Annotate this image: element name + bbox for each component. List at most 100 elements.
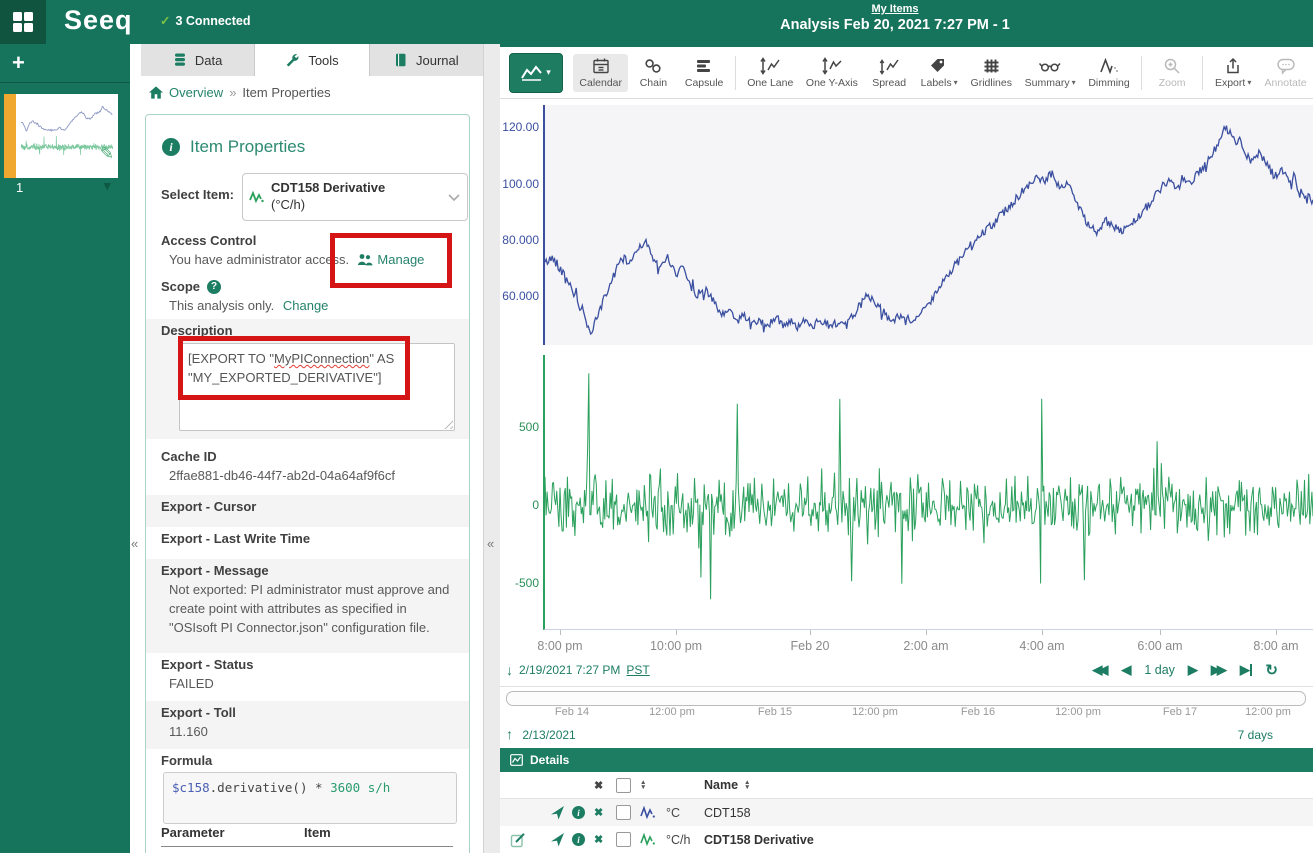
home-icon bbox=[149, 86, 163, 99]
spread-icon bbox=[878, 57, 900, 75]
select-all-checkbox[interactable] bbox=[616, 778, 631, 793]
trend-range-bar: ↓ 2/19/2021 7:27 PM PST ◀◀ ◀ 1 day ▶ ▶▶ … bbox=[500, 660, 1313, 684]
chevron-down-icon bbox=[447, 193, 461, 202]
overview-tick-label: 12:00 pm bbox=[1228, 706, 1308, 718]
new-worksheet-button[interactable]: + bbox=[12, 50, 25, 76]
sort-name-icon[interactable]: ▲▼ bbox=[744, 780, 750, 791]
tab-journal[interactable]: Journal bbox=[370, 44, 483, 76]
edit-item-icon[interactable] bbox=[510, 832, 526, 848]
step-forward-full-button[interactable]: ▶▶ bbox=[1211, 662, 1227, 678]
toolbar-calendar-button[interactable]: Calendar bbox=[573, 54, 628, 92]
toolbar-one-lane-button[interactable]: One Lane bbox=[741, 54, 800, 92]
connection-status[interactable]: ✓3 Connected bbox=[160, 13, 251, 28]
caret-down-icon: ▾ bbox=[546, 67, 551, 78]
app-switcher-button[interactable] bbox=[0, 0, 46, 44]
chevron-down-icon[interactable]: ▾ bbox=[104, 178, 111, 194]
pin-location-arrow-icon[interactable] bbox=[550, 805, 565, 820]
breadcrumb-overview-link[interactable]: Overview bbox=[169, 85, 223, 100]
signal-icon-blue bbox=[640, 806, 656, 819]
remove-item-icon[interactable]: ✖ bbox=[594, 833, 616, 846]
step-back-full-button[interactable]: ◀◀ bbox=[1092, 662, 1108, 678]
toolbar-summary-button[interactable]: Summary▾ bbox=[1018, 54, 1082, 92]
details-chart-icon bbox=[510, 754, 523, 766]
timezone-link[interactable]: PST bbox=[626, 663, 649, 677]
overview-tick-label: Feb 15 bbox=[735, 706, 815, 718]
item-info-icon[interactable]: i bbox=[572, 806, 585, 819]
range-start-arrow-icon: ↓ bbox=[506, 662, 513, 678]
remove-all-icon[interactable]: ✖ bbox=[594, 779, 616, 792]
range-duration[interactable]: 1 day bbox=[1144, 663, 1175, 677]
item-checkbox[interactable] bbox=[616, 832, 631, 847]
pin-location-arrow-icon[interactable] bbox=[550, 832, 565, 847]
item-info-icon[interactable]: i bbox=[572, 833, 585, 846]
toolbar-one-y-axis-button[interactable]: One Y-Axis bbox=[800, 54, 864, 92]
range-start-datetime[interactable]: 2/19/2021 7:27 PM bbox=[519, 663, 620, 677]
tab-tools[interactable]: Tools bbox=[255, 44, 369, 77]
y-axis-label: 60.000 bbox=[500, 289, 539, 303]
analysis-title[interactable]: Analysis Feb 20, 2021 7:27 PM - 1 bbox=[500, 17, 1290, 33]
x-axis-label: 8:00 pm bbox=[515, 639, 605, 653]
edit-pencil-icon: ✎ bbox=[100, 144, 114, 164]
step-back-half-button[interactable]: ◀ bbox=[1121, 662, 1131, 678]
help-icon[interactable]: ? bbox=[207, 280, 221, 294]
item-name[interactable]: CDT158 Derivative bbox=[704, 833, 1313, 847]
details-row-cdt158[interactable]: i ✖ °C CDT158 bbox=[500, 799, 1313, 826]
worksheet-thumbnail[interactable]: ✎ bbox=[4, 94, 118, 178]
description-textarea[interactable]: [EXPORT TO "MyPIConnection" AS "MY_EXPOR… bbox=[179, 343, 455, 431]
tab-data[interactable]: Data bbox=[141, 44, 255, 76]
collapse-panel-right-handle[interactable]: « bbox=[487, 536, 494, 551]
my-items-link[interactable]: My Items bbox=[500, 3, 1290, 15]
toolbar-export-button[interactable]: Export▾ bbox=[1208, 54, 1258, 92]
item-checkbox[interactable] bbox=[616, 805, 631, 820]
refresh-icon[interactable]: ↻ bbox=[1265, 661, 1278, 679]
overview-range-slider[interactable] bbox=[506, 691, 1306, 706]
details-panel-header[interactable]: Details bbox=[500, 748, 1313, 772]
overview-start-date[interactable]: 2/13/2021 bbox=[522, 728, 575, 742]
toolbar-spread-button[interactable]: Spread bbox=[864, 54, 914, 92]
glasses-icon bbox=[1038, 57, 1062, 75]
step-forward-half-button[interactable]: ▶ bbox=[1188, 662, 1198, 678]
overview-tick-label: 12:00 pm bbox=[1038, 706, 1118, 718]
toolbar-labels-button[interactable]: Labels▾ bbox=[914, 54, 964, 92]
toolbar-dimming-button[interactable]: Dimming bbox=[1082, 54, 1136, 92]
trend-chart-icon bbox=[521, 65, 543, 81]
overview-tick-label: 12:00 pm bbox=[632, 706, 712, 718]
overview-tick-label: Feb 16 bbox=[938, 706, 1018, 718]
details-header-row: ✖ ▲▼ Name ▲▼ bbox=[500, 772, 1313, 799]
seeq-app: Seeq ✓3 Connected My Items Analysis Feb … bbox=[0, 0, 1313, 853]
zoom-magnifier-icon bbox=[1163, 57, 1181, 75]
step-to-end-button[interactable]: ▶ bbox=[1240, 662, 1253, 678]
sort-icon[interactable]: ▲▼ bbox=[640, 780, 666, 791]
change-scope-link[interactable]: Change bbox=[283, 298, 329, 313]
one-lane-icon bbox=[759, 57, 781, 75]
details-row-cdt158-derivative[interactable]: i ✖ °C/h CDT158 Derivative bbox=[500, 826, 1313, 853]
chain-icon bbox=[644, 57, 662, 75]
property-export-message: Export - Message Not exported: PI admini… bbox=[146, 559, 469, 653]
capsule-time-icon bbox=[695, 57, 713, 75]
select-item-dropdown[interactable]: CDT158 Derivative (°C/h) bbox=[242, 173, 468, 221]
collapse-panel-left-handle[interactable]: « bbox=[131, 536, 138, 551]
seeq-logo[interactable]: Seeq bbox=[64, 5, 133, 36]
description-section: Description [EXPORT TO "MyPIConnection" … bbox=[146, 319, 469, 439]
trend-lane-cdt158[interactable] bbox=[543, 105, 1313, 345]
toolbar-capsule-button[interactable]: Capsule bbox=[678, 54, 729, 92]
toolbar-gridlines-button[interactable]: Gridlines bbox=[964, 54, 1018, 92]
resize-handle[interactable] bbox=[443, 419, 453, 429]
overview-tick-label: 12:00 pm bbox=[835, 706, 915, 718]
overview-tick-label: Feb 14 bbox=[532, 706, 612, 718]
manage-access-link[interactable]: Manage bbox=[377, 252, 424, 267]
y-axis-label: -500 bbox=[500, 576, 539, 590]
overview-duration[interactable]: 7 days bbox=[1238, 728, 1273, 742]
signal-icon-green bbox=[640, 833, 656, 846]
item-name[interactable]: CDT158 bbox=[704, 806, 1313, 820]
one-y-axis-icon bbox=[821, 57, 843, 75]
info-icon: i bbox=[162, 138, 180, 156]
display-pane-selector-button[interactable]: ▾ bbox=[509, 53, 563, 93]
item-properties-card: i Item Properties Select Item: CDT158 De… bbox=[145, 114, 470, 853]
toolbar-chain-button[interactable]: Chain bbox=[628, 54, 678, 92]
trend-lane-cdt158-derivative[interactable] bbox=[543, 355, 1313, 630]
worksheet-sidebar: + ✎ 1 ▾ bbox=[0, 44, 130, 853]
item-uom: °C bbox=[666, 806, 704, 820]
remove-item-icon[interactable]: ✖ bbox=[594, 806, 616, 819]
access-control-section: Access Control You have administrator ac… bbox=[146, 229, 469, 270]
